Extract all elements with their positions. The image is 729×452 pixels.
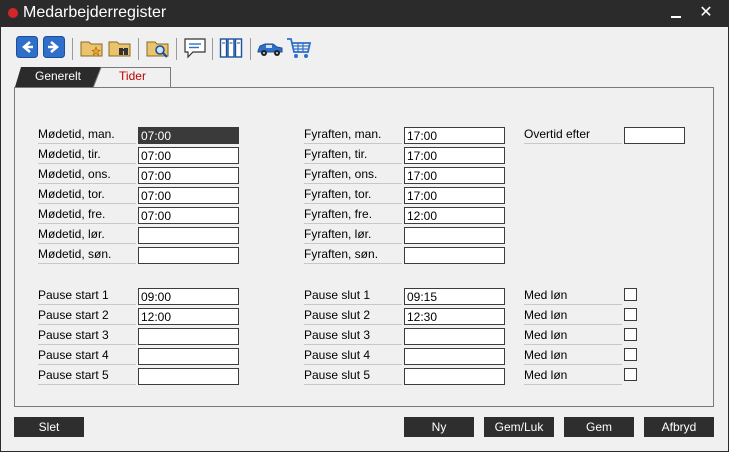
paid-checkbox[interactable] [624, 288, 637, 301]
toolbar-separator [72, 38, 73, 60]
end-time-friday-input[interactable] [404, 207, 505, 224]
paid-label: Med løn [524, 327, 622, 345]
toolbar-separator [250, 38, 251, 60]
paid-checkbox[interactable] [624, 348, 637, 361]
end-time-label: Fyraften, tor. [304, 186, 402, 204]
meeting-time-label: Mødetid, lør. [38, 226, 136, 244]
pause-start-input[interactable] [138, 308, 239, 325]
save-button[interactable]: Gem [564, 417, 634, 437]
cancel-button[interactable]: Afbryd [644, 417, 714, 437]
pause-start-input[interactable] [138, 288, 239, 305]
meeting-time-wednesday-input[interactable] [138, 167, 239, 184]
end-time-label: Fyraften, ons. [304, 166, 402, 184]
pause-end-label: Pause slut 1 [304, 287, 402, 305]
pause-start-label: Pause start 2 [38, 307, 136, 325]
meeting-time-monday-input[interactable] [138, 127, 239, 144]
paid-checkbox[interactable] [624, 328, 637, 341]
arrow-left-icon[interactable] [16, 36, 38, 62]
pause-start-input[interactable] [138, 368, 239, 385]
end-time-tuesday-input[interactable] [404, 147, 505, 164]
end-time-wednesday-input[interactable] [404, 167, 505, 184]
car-icon[interactable] [256, 36, 284, 62]
meeting-time-tuesday-input[interactable] [138, 147, 239, 164]
end-time-label: Fyraften, fre. [304, 206, 402, 224]
meeting-time-label: Mødetid, tir. [38, 146, 136, 164]
toolbar-separator [138, 38, 139, 60]
meeting-time-friday-input[interactable] [138, 207, 239, 224]
paid-label: Med løn [524, 367, 622, 385]
paid-label: Med løn [524, 347, 622, 365]
speech-bubble-icon[interactable] [184, 36, 206, 62]
pause-start-label: Pause start 4 [38, 347, 136, 365]
paid-label: Med løn [524, 287, 622, 305]
end-time-label: Fyraften, man. [304, 126, 402, 144]
tab-general[interactable]: Generelt [15, 67, 101, 87]
paid-checkbox[interactable] [624, 368, 637, 381]
pause-end-label: Pause slut 2 [304, 307, 402, 325]
overtime-input[interactable] [624, 127, 685, 144]
pause-end-label: Pause slut 5 [304, 367, 402, 385]
folder-star-icon[interactable] [80, 36, 104, 62]
minimize-button[interactable] [664, 2, 688, 24]
shopping-cart-icon[interactable] [286, 36, 312, 62]
meeting-time-thursday-input[interactable] [138, 187, 239, 204]
end-time-label: Fyraften, tir. [304, 146, 402, 164]
pause-end-input[interactable] [404, 308, 505, 325]
pause-start-label: Pause start 3 [38, 327, 136, 345]
end-time-saturday-input[interactable] [404, 227, 505, 244]
end-time-sunday-input[interactable] [404, 247, 505, 264]
arrow-right-icon[interactable] [43, 36, 65, 62]
meeting-time-label: Mødetid, ons. [38, 166, 136, 184]
pause-end-input[interactable] [404, 348, 505, 365]
delete-button[interactable]: Slet [14, 417, 84, 437]
paid-label: Med løn [524, 307, 622, 325]
end-time-label: Fyraften, søn. [304, 246, 402, 264]
meeting-time-label: Mødetid, man. [38, 126, 136, 144]
pause-start-label: Pause start 5 [38, 367, 136, 385]
pause-end-input[interactable] [404, 368, 505, 385]
end-time-monday-input[interactable] [404, 127, 505, 144]
folder-binoculars-icon[interactable] [108, 36, 132, 62]
toolbar-separator [176, 38, 177, 60]
meeting-time-label: Mødetid, tor. [38, 186, 136, 204]
new-button[interactable]: Ny [404, 417, 474, 437]
pause-end-label: Pause slut 4 [304, 347, 402, 365]
close-button[interactable]: ✕ [694, 2, 718, 24]
end-time-label: Fyraften, lør. [304, 226, 402, 244]
pause-end-input[interactable] [404, 328, 505, 345]
window-title: Medarbejderregister [23, 4, 167, 21]
pause-start-input[interactable] [138, 328, 239, 345]
title-bar: Medarbejderregister ✕ [0, 0, 729, 27]
pause-end-input[interactable] [404, 288, 505, 305]
tab-times[interactable]: Tider [95, 67, 170, 87]
overtime-label: Overtid efter [524, 126, 622, 144]
meeting-time-label: Mødetid, søn. [38, 246, 136, 264]
meeting-time-sunday-input[interactable] [138, 247, 239, 264]
save-close-button[interactable]: Gem/Luk [484, 417, 554, 437]
paid-checkbox[interactable] [624, 308, 637, 321]
meeting-time-saturday-input[interactable] [138, 227, 239, 244]
meeting-time-label: Mødetid, fre. [38, 206, 136, 224]
pause-start-label: Pause start 1 [38, 287, 136, 305]
pause-start-input[interactable] [138, 348, 239, 365]
pause-end-label: Pause slut 3 [304, 327, 402, 345]
end-time-thursday-input[interactable] [404, 187, 505, 204]
app-icon [8, 8, 18, 18]
binders-icon[interactable] [219, 36, 243, 62]
toolbar-separator [212, 38, 213, 60]
folder-search-icon[interactable] [146, 36, 170, 62]
